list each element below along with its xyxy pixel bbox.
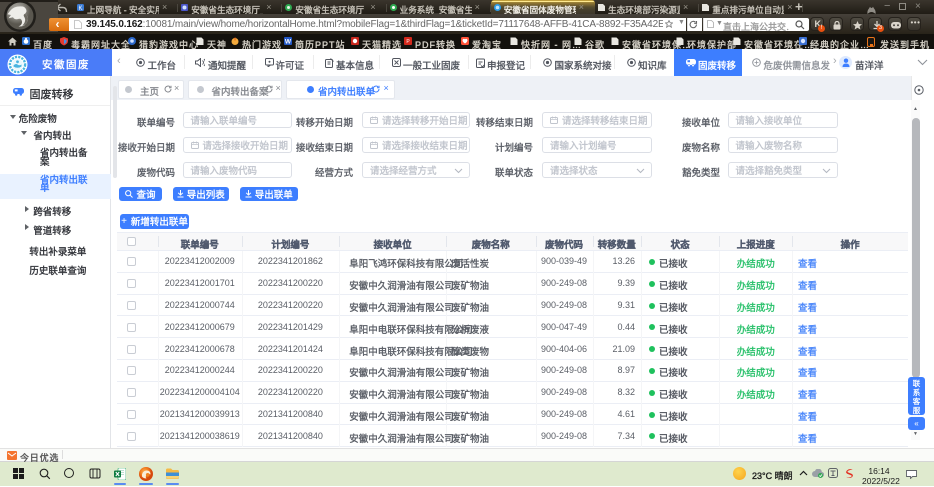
svg-text:W: W [285, 39, 292, 46]
svg-text:K: K [78, 6, 82, 11]
